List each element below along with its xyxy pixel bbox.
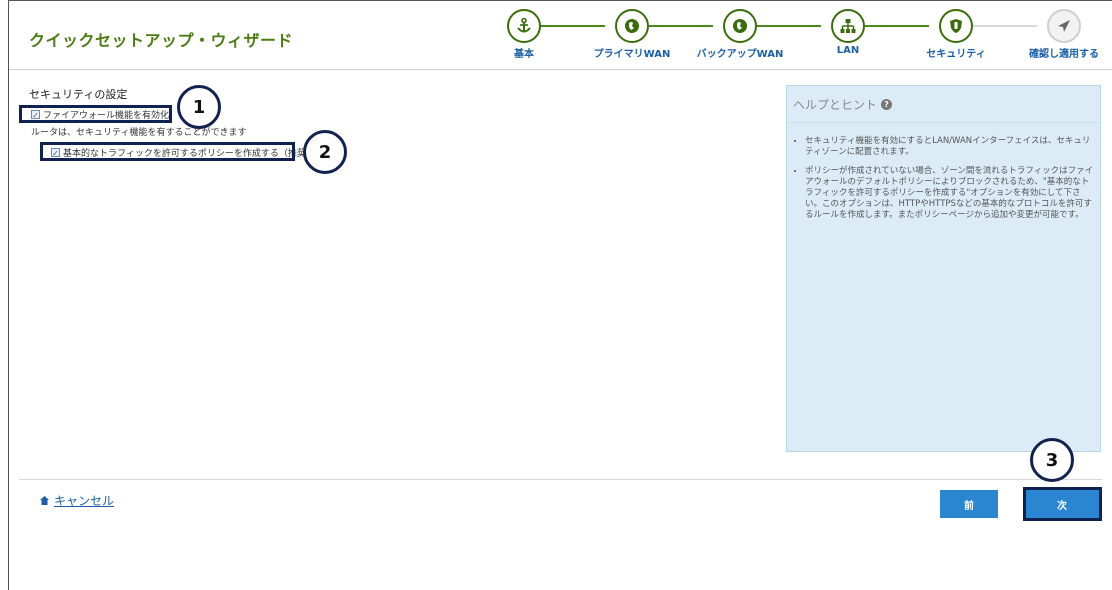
home-icon (39, 495, 50, 506)
step-label: 基本 (514, 49, 534, 60)
help-item: ポリシーが作成されていない場合、ゾーン間を流れるトラフィックはファイアウォールの… (805, 166, 1095, 221)
help-title-text: ヘルプとヒント (793, 98, 878, 112)
step-security[interactable]: セキュリティ (911, 9, 1001, 60)
step-basic[interactable]: 基本 (479, 9, 569, 60)
annotation-badge: 3 (1030, 438, 1074, 482)
help-list: セキュリティ機能を有効にするとLAN/WANインターフェイスは、セキュリティゾー… (795, 136, 1095, 229)
annotation-highlight (1023, 487, 1102, 521)
security-note-text: ルータは、セキュリティ機能を有することができます (31, 128, 247, 138)
wizard-window: クイックセットアップ・ウィザード 基本 プライマリWAN バックアップWAN L… (8, 0, 1112, 590)
globe-icon (615, 9, 649, 43)
annotation-badge: 1 (177, 85, 221, 129)
annotation-badge: 2 (303, 130, 347, 174)
security-note: ルータは、セキュリティ機能を有することができます (31, 125, 246, 138)
anchor-icon (507, 9, 541, 43)
step-primary-wan[interactable]: プライマリWAN (587, 9, 677, 60)
step-label: 確認し適用する (1029, 49, 1099, 60)
network-icon (831, 9, 865, 43)
section-title: セキュリティの設定 (29, 88, 128, 101)
header-divider (9, 69, 1112, 70)
page-title: クイックセットアップ・ウィザード (29, 31, 294, 50)
step-lan[interactable]: LAN (803, 9, 893, 56)
cancel-link[interactable]: キャンセル (39, 492, 114, 509)
annotation-highlight (40, 142, 295, 161)
help-title: ヘルプとヒント ? (793, 96, 893, 113)
help-panel: ヘルプとヒント ? セキュリティ機能を有効にするとLAN/WANインターフェイス… (786, 85, 1101, 452)
annotation-highlight (19, 105, 172, 123)
prev-button[interactable]: 前 (940, 490, 998, 518)
footer-divider (19, 479, 1102, 480)
step-label: プライマリWAN (593, 49, 671, 60)
step-progress: 基本 プライマリWAN バックアップWAN LAN セキュリティ 確認し適用する (489, 9, 1109, 69)
globe-icon (723, 9, 757, 43)
step-label: バックアップWAN (696, 49, 784, 60)
step-backup-wan[interactable]: バックアップWAN (695, 9, 785, 60)
shield-icon (939, 9, 973, 43)
cancel-label: キャンセル (54, 494, 115, 508)
help-item: セキュリティ機能を有効にするとLAN/WANインターフェイスは、セキュリティゾー… (805, 136, 1095, 158)
step-label: セキュリティ (926, 49, 986, 60)
send-icon (1047, 9, 1081, 43)
step-review-apply[interactable]: 確認し適用する (1019, 9, 1109, 60)
step-label: LAN (836, 45, 860, 56)
help-divider (787, 122, 1100, 123)
question-icon: ? (881, 99, 893, 110)
